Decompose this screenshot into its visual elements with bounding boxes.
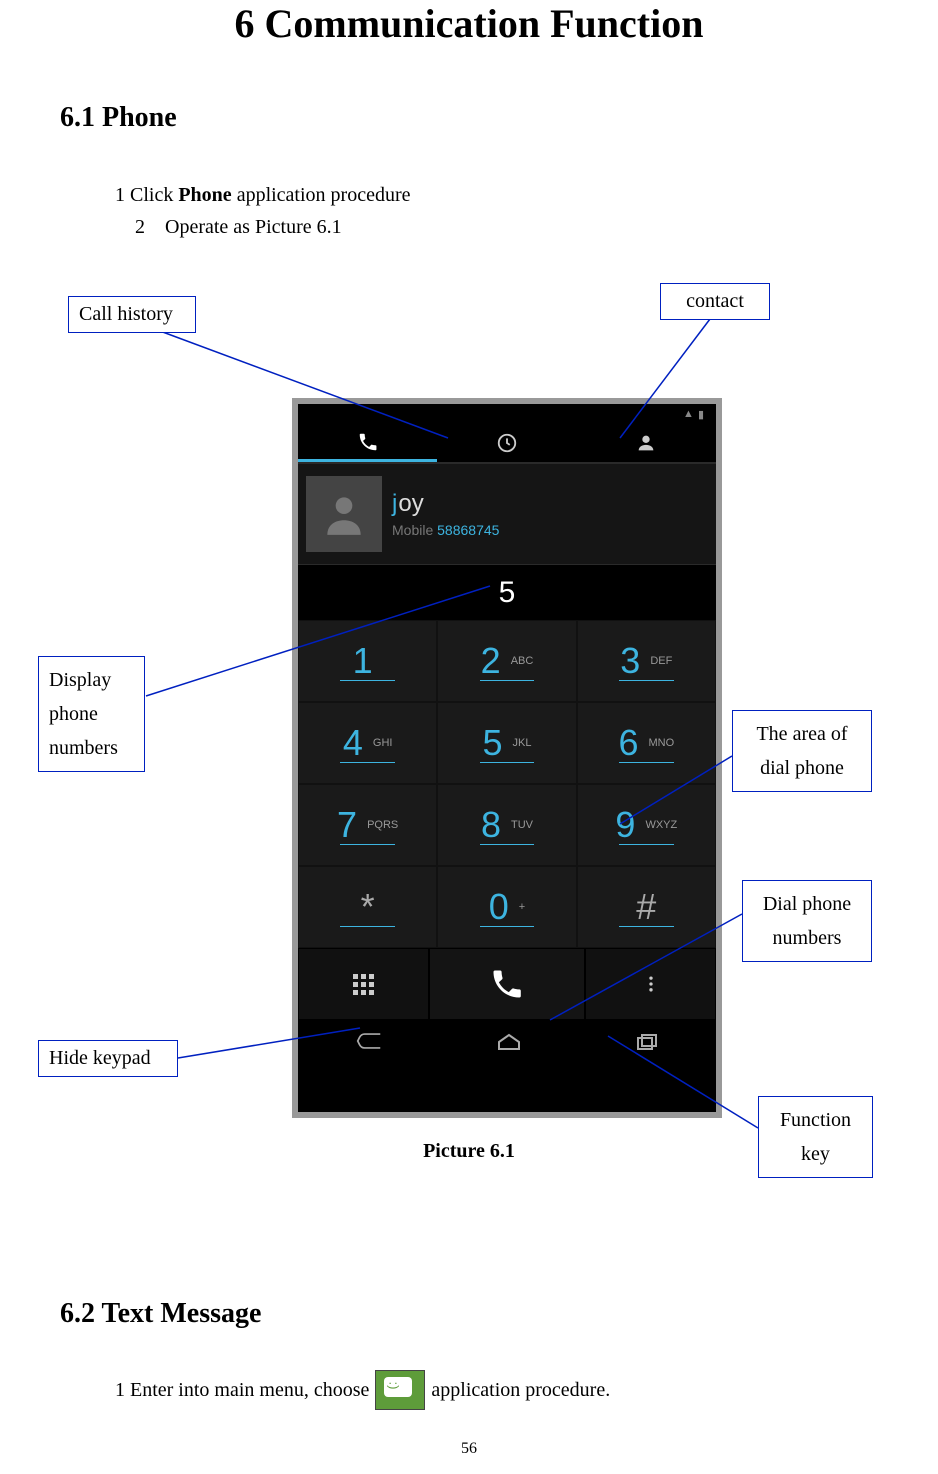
phone-screenshot: ▲ ▮: [292, 398, 722, 1118]
status-bar: ▲ ▮: [298, 404, 716, 424]
callout-hide-keypad: Hide keypad: [38, 1040, 178, 1077]
call-button[interactable]: [429, 948, 586, 1020]
key-1[interactable]: 1: [298, 620, 437, 702]
step-1: 1 Click Phone application procedure: [115, 179, 878, 211]
avatar: [306, 476, 382, 552]
home-button[interactable]: [497, 1031, 521, 1057]
signal-icon: ▲: [683, 408, 694, 420]
messaging-app-icon: [375, 1370, 425, 1410]
callout-display-numbers: Display phone numbers: [38, 656, 145, 772]
page-title: 6 Communication Function: [60, 0, 878, 47]
contact-number: Mobile 58868745: [392, 522, 499, 538]
key-5[interactable]: 5JKL: [437, 702, 576, 784]
section-6-2-step-1: 1 Enter into main menu, choose applicati…: [115, 1370, 878, 1410]
step-1-suffix: application procedure: [232, 184, 411, 206]
callout-function-key: Function key: [758, 1096, 873, 1178]
section-6-2-heading: 6.2 Text Message: [60, 1298, 878, 1330]
recent-icon: [636, 1033, 658, 1051]
dialpad: 1 2ABC 3DEF 4GHI 5JKL 6MNO 7PQRS 8TUV 9W…: [298, 620, 716, 948]
step-1-prefix: 1 Click: [115, 184, 178, 206]
callout-area-dial: The area of dial phone: [732, 710, 872, 792]
person-icon: [319, 489, 369, 539]
section-6-1-heading: 6.1 Phone: [60, 102, 878, 134]
contact-number-value: 58868745: [437, 522, 499, 538]
menu-button[interactable]: [585, 948, 716, 1020]
callout-call-history: Call history: [68, 296, 196, 333]
callout-dial-numbers: Dial phone numbers: [742, 880, 872, 962]
step-2-text: Operate as Picture 6.1: [165, 216, 342, 238]
phone-icon: [489, 966, 525, 1002]
figure-area: Call history contact Display phone numbe…: [60, 278, 878, 1188]
contact-name-rest: oy: [398, 490, 423, 518]
figure-caption: Picture 6.1: [60, 1140, 878, 1163]
key-6[interactable]: 6MNO: [577, 702, 716, 784]
key-7[interactable]: 7PQRS: [298, 784, 437, 866]
bottom-actions: [298, 948, 716, 1020]
contact-number-label: Mobile: [392, 522, 437, 538]
phone-tabs: [298, 424, 716, 464]
tab-call-history[interactable]: [437, 424, 576, 462]
dialed-number-display: 5: [298, 564, 716, 620]
tab-contacts[interactable]: [577, 424, 716, 462]
tab-dialer[interactable]: [298, 424, 437, 462]
step-1-bold: Phone: [178, 184, 231, 206]
battery-icon: ▮: [698, 408, 704, 421]
hide-keypad-button[interactable]: [298, 948, 429, 1020]
key-hash[interactable]: #: [577, 866, 716, 948]
home-icon: [497, 1033, 521, 1051]
nav-bar: [298, 1020, 716, 1068]
recent-button[interactable]: [636, 1031, 658, 1057]
step-2-num: 2: [135, 216, 145, 238]
callout-contact: contact: [660, 283, 770, 320]
clock-icon: [496, 432, 518, 454]
step-2: 2 Operate as Picture 6.1: [135, 211, 878, 243]
contact-icon: [635, 432, 657, 454]
back-icon: [356, 1031, 382, 1051]
key-9[interactable]: 9WXYZ: [577, 784, 716, 866]
contact-suggestion[interactable]: joy Mobile 58868745: [298, 464, 716, 564]
phone-icon: [357, 431, 379, 453]
keypad-icon: [353, 974, 374, 995]
contact-name-match: j: [392, 490, 397, 518]
step-1-suffix-62: application procedure.: [431, 1379, 610, 1402]
back-button[interactable]: [356, 1031, 382, 1057]
page-number: 56: [60, 1440, 878, 1458]
key-3[interactable]: 3DEF: [577, 620, 716, 702]
step-1-prefix-62: 1 Enter into main menu, choose: [115, 1379, 369, 1402]
contact-name: joy: [392, 490, 499, 518]
key-4[interactable]: 4GHI: [298, 702, 437, 784]
key-8[interactable]: 8TUV: [437, 784, 576, 866]
key-star[interactable]: *: [298, 866, 437, 948]
menu-dots-icon: [641, 974, 661, 994]
contact-info: joy Mobile 58868745: [392, 490, 499, 538]
key-0[interactable]: 0+: [437, 866, 576, 948]
key-2[interactable]: 2ABC: [437, 620, 576, 702]
